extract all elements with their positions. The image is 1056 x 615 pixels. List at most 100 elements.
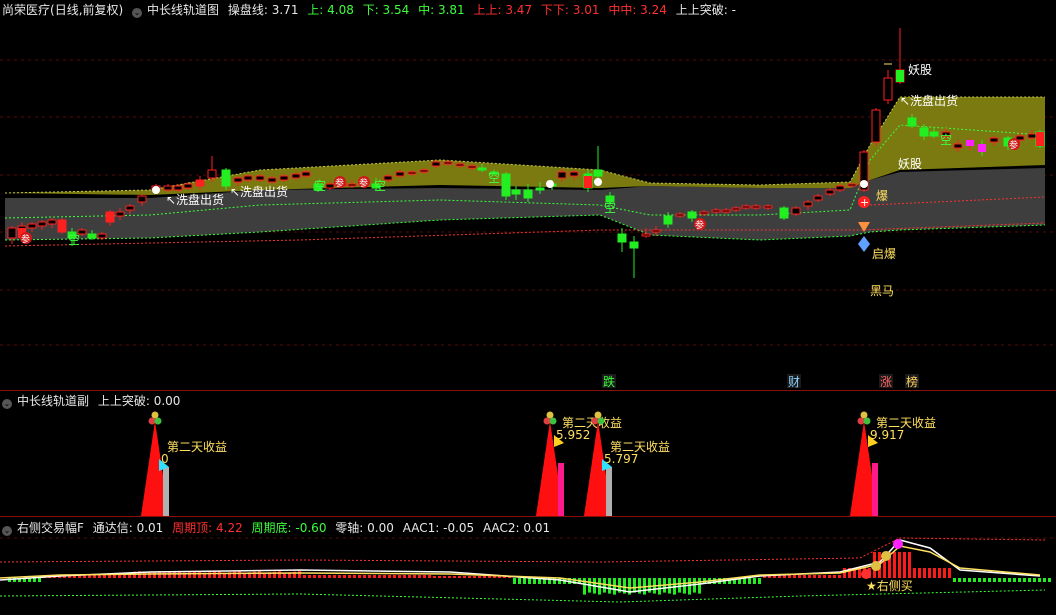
monster-label-1: 妖股 bbox=[908, 63, 932, 77]
histogram-bar bbox=[448, 576, 451, 578]
ball-icon bbox=[857, 417, 865, 425]
histogram-bar bbox=[983, 578, 986, 582]
candle bbox=[629, 236, 639, 278]
profit-label-0: 第二天收益 bbox=[167, 440, 227, 454]
candle-body bbox=[721, 209, 731, 213]
candle-body bbox=[467, 165, 477, 169]
panel-divider[interactable] bbox=[0, 516, 1056, 517]
histogram-bar bbox=[388, 575, 391, 578]
histogram-bar bbox=[963, 578, 966, 582]
histogram-bar bbox=[753, 578, 756, 584]
osc-val-0: 通达信: 0.01 bbox=[92, 521, 164, 535]
candle-body bbox=[477, 167, 487, 171]
candle-body bbox=[883, 77, 893, 101]
histogram-bar bbox=[38, 578, 41, 582]
candle bbox=[7, 226, 17, 244]
profit-value-1: 5.952 bbox=[556, 428, 590, 442]
histogram-bar bbox=[98, 575, 101, 578]
bottom-tag-0: 跌 bbox=[603, 374, 615, 389]
indicator-name[interactable]: 中长线轨道图 bbox=[147, 3, 219, 17]
histogram-bar bbox=[913, 568, 916, 578]
candle-body bbox=[431, 161, 441, 167]
histogram-bar bbox=[403, 575, 406, 578]
collapse-main-icon[interactable]: ⌄ bbox=[132, 8, 143, 18]
histogram-bar bbox=[803, 575, 806, 578]
histogram-bar bbox=[1003, 578, 1006, 582]
histogram-bar bbox=[358, 575, 361, 578]
washout-label-1: ↖洗盘出货 bbox=[166, 192, 224, 207]
candle-body bbox=[419, 169, 429, 173]
candle-body-filled bbox=[524, 190, 532, 198]
ball-icon bbox=[546, 411, 554, 419]
histogram-bar bbox=[523, 578, 526, 584]
candle-body bbox=[629, 241, 639, 249]
candle-body bbox=[325, 183, 335, 189]
candle-body bbox=[641, 233, 651, 237]
sub-indicator-chart[interactable]: 第二天收益0第二天收益5.952第二天收益5.797第二天收益9.917 bbox=[0, 391, 1056, 516]
collapse-osc-icon[interactable]: ⌄ bbox=[2, 526, 12, 536]
sub-indicator-panel[interactable]: 第二天收益 0 第二天收益 5.952 第二天收益 5.797 第二天收益 9.917 ⌄ 中长… bbox=[0, 391, 1056, 516]
histogram-bar bbox=[938, 568, 941, 578]
collapse-sub-icon[interactable]: ⌄ bbox=[2, 399, 12, 409]
histogram-bar bbox=[383, 575, 386, 578]
candle-body bbox=[751, 205, 761, 209]
candle-body-filled bbox=[618, 234, 626, 242]
histogram-bar bbox=[633, 578, 636, 593]
histogram-bar bbox=[758, 578, 761, 584]
histogram-bar bbox=[988, 578, 991, 582]
candle-body bbox=[741, 205, 751, 209]
period-label: (日线,前复权) bbox=[50, 3, 124, 17]
candle-body bbox=[395, 171, 405, 177]
candle-body bbox=[699, 211, 709, 215]
osc-indicator-name[interactable]: 右侧交易幅F bbox=[17, 521, 84, 535]
ball-icon bbox=[863, 417, 871, 425]
profit-value-2: 5.797 bbox=[604, 452, 638, 466]
oscillator-panel[interactable]: ★右侧买 ⌄ 右侧交易幅F 通达信: 0.01 周期顶: 4.22 周期底: -0… bbox=[0, 518, 1056, 615]
histogram-bar bbox=[928, 568, 931, 578]
white-dot-marker bbox=[860, 180, 868, 188]
histogram-bar bbox=[353, 575, 356, 578]
candle-body-filled bbox=[780, 208, 788, 218]
val-2: 下: 3.54 bbox=[362, 3, 410, 17]
histogram-bar bbox=[298, 571, 301, 578]
candle bbox=[791, 206, 801, 216]
histogram-bar bbox=[408, 575, 411, 578]
histogram-bar bbox=[148, 572, 151, 578]
candle-body bbox=[233, 177, 243, 183]
candle-body bbox=[919, 127, 929, 137]
candle-body bbox=[557, 171, 567, 179]
histogram-bar bbox=[378, 575, 381, 578]
can-marker: 参 bbox=[21, 233, 30, 245]
candle-body bbox=[989, 137, 999, 143]
histogram-bar bbox=[603, 578, 606, 593]
histogram-bar bbox=[468, 576, 471, 578]
kong-marker: 空 bbox=[604, 201, 616, 215]
white-dot-marker bbox=[594, 178, 602, 186]
signal-bar bbox=[872, 463, 878, 516]
histogram-bar bbox=[308, 575, 311, 578]
candle-body bbox=[37, 221, 47, 227]
can-marker: 参 bbox=[695, 219, 704, 231]
histogram-bar bbox=[238, 571, 241, 578]
coin-icon bbox=[893, 539, 903, 549]
histogram-bar bbox=[33, 578, 36, 582]
histogram-bar bbox=[843, 568, 846, 578]
histogram-bar bbox=[233, 571, 236, 578]
histogram-bar bbox=[688, 578, 691, 595]
boom-label: 爆 bbox=[876, 189, 888, 203]
main-chart-panel[interactable]: ↖洗盘出货 ↖洗盘出货 ↖洗盘出货 妖股 妖股爆启爆 黑马空空空空空空参参参参参 + 跌财涨榜… bbox=[0, 0, 1056, 390]
histogram-bar bbox=[198, 571, 201, 578]
candlestick-chart[interactable]: ↖洗盘出货↖洗盘出货↖洗盘出货妖股妖股爆启爆黑马空空 空空空空参参 参参参+跌财涨榜 bbox=[0, 0, 1056, 390]
histogram-bar bbox=[118, 575, 121, 578]
histogram-bar bbox=[108, 575, 111, 578]
sub-indicator-name[interactable]: 中长线轨道副 bbox=[17, 394, 89, 408]
histogram-bar bbox=[998, 578, 1001, 582]
histogram-bar bbox=[993, 578, 996, 582]
histogram-bar bbox=[213, 571, 216, 578]
candle-body bbox=[835, 185, 845, 191]
histogram-bar bbox=[103, 575, 106, 578]
histogram-bar bbox=[933, 568, 936, 578]
histogram-bar bbox=[968, 578, 971, 582]
coin-icon bbox=[881, 551, 891, 561]
val-1: 上: 4.08 bbox=[307, 3, 354, 17]
